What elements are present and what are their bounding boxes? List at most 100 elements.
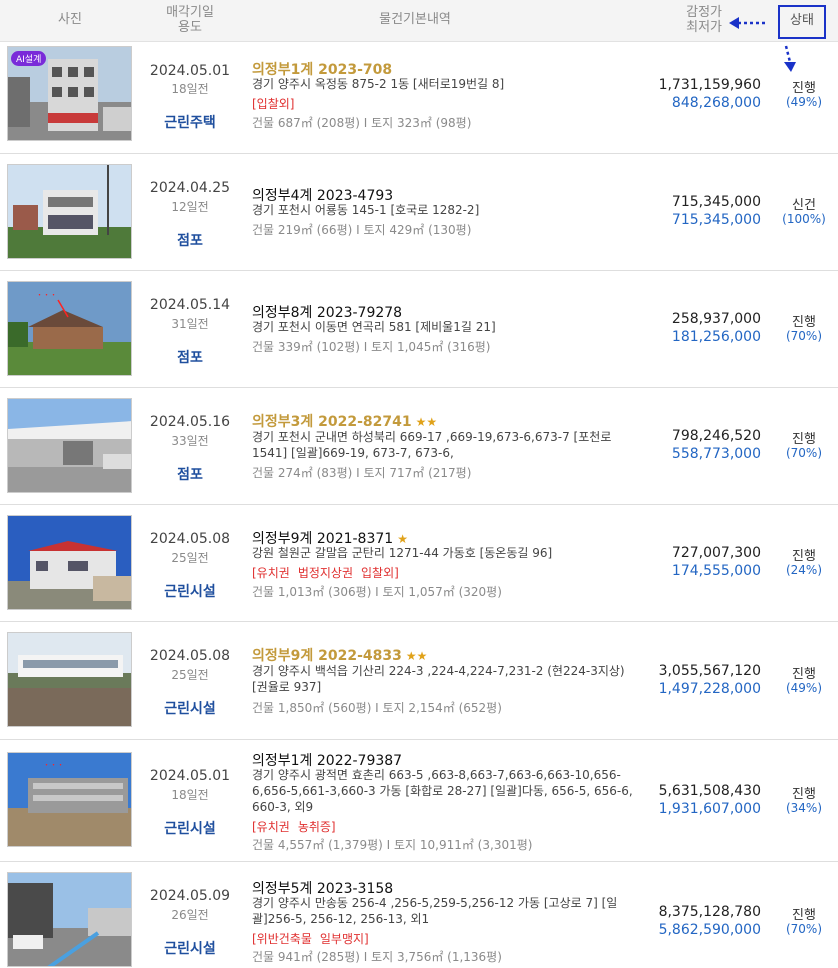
appraisal-price: 258,937,000: [671, 311, 761, 327]
list-item[interactable]: AI설계 2024.05.01 18일전 근린주택 의정부1계 2023-708…: [0, 43, 838, 154]
property-photo[interactable]: [7, 515, 132, 610]
address: 경기 양주시 백석읍 기산리 224-3 ,224-4,224-7,231-2 …: [252, 664, 625, 694]
minimum-price: 715,345,000: [671, 212, 761, 228]
tag: [입찰외]: [252, 97, 295, 111]
status-text: 진행: [792, 787, 816, 802]
minimum-price: 5,862,590,000: [658, 922, 761, 938]
header-appraisal: 감정가: [686, 5, 722, 20]
header-status[interactable]: 상태: [778, 13, 826, 28]
address: 경기 양주시 광적면 효촌리 663-5 ,663-8,663-7,663-6,…: [252, 768, 633, 814]
header-photo: 사진: [58, 12, 82, 27]
case-number-text: 의정부9계 2022-4833: [252, 648, 402, 664]
ai-design-badge: AI설계: [11, 51, 47, 66]
address: 경기 포천시 이동면 연곡리 581 [제비울1길 21]: [252, 320, 496, 334]
status-text: 진행: [792, 81, 816, 96]
address: 경기 양주시 만송동 256-4 ,256-5,259-5,256-12 가동 …: [252, 896, 618, 926]
minimum-price: 1,497,228,000: [658, 681, 761, 697]
days-left: 12일전: [171, 200, 209, 214]
tags: [입찰외]: [252, 95, 302, 112]
appraisal-price: 727,007,300: [671, 545, 761, 561]
status-percent: (70%): [785, 446, 823, 460]
area-info: 건물 274㎡ (83평) I 토지 717㎡ (217평): [252, 466, 472, 480]
days-left: 25일전: [171, 668, 209, 682]
property-photo[interactable]: ・・・: [7, 281, 132, 376]
list-item[interactable]: 2024.05.08 25일전 근린시설 의정부9계 2022-4833 ★★ 경…: [0, 622, 838, 740]
tag: [위반건축물: [252, 932, 312, 946]
status-percent: (24%): [785, 563, 823, 577]
case-number[interactable]: 의정부9계 2022-4833 ★★: [252, 645, 427, 665]
address: 강원 철원군 갈말읍 군탄리 1271-44 가동호 [동온동길 96]: [252, 546, 553, 560]
property-photo[interactable]: [7, 164, 132, 259]
days-left: 26일전: [171, 908, 209, 922]
sale-date: 2024.05.08: [149, 648, 231, 664]
rating-stars: ★★: [405, 649, 428, 663]
tag: [유치권: [252, 820, 290, 834]
status-percent: (49%): [785, 681, 823, 695]
property-photo[interactable]: [7, 872, 132, 967]
area-info: 건물 219㎡ (66평) I 토지 429㎡ (130평): [252, 223, 472, 237]
status-percent: (34%): [785, 801, 823, 815]
header-info: 물건기본내역: [379, 12, 451, 27]
header-date: 매각기일: [166, 5, 214, 20]
sale-date: 2024.05.01: [149, 768, 231, 784]
list-item[interactable]: ・・・ 2024.05.14 31일전 점포 의정부8계 2023-79278 …: [0, 271, 838, 388]
status-text: 진행: [792, 667, 816, 682]
header-date-usage[interactable]: 매각기일 용도: [140, 5, 240, 35]
tags: [유치권 법정지상권 입찰외]: [252, 564, 407, 581]
appraisal-price: 715,345,000: [671, 194, 761, 210]
usage-type: 점포: [177, 350, 203, 366]
status-text: 진행: [792, 549, 816, 564]
appraisal-price: 8,375,128,780: [658, 904, 761, 920]
property-photo[interactable]: [7, 398, 132, 493]
list-item[interactable]: 2024.05.09 26일전 근린시설 의정부5계 2023-3158 경기 …: [0, 862, 838, 968]
list-item[interactable]: ・・・ 2024.05.01 18일전 근린시설 의정부1계 2022-7938…: [0, 740, 838, 862]
sale-date: 2024.04.25: [149, 180, 231, 196]
tags: [위반건축물 일부맹지]: [252, 930, 377, 947]
area-info: 건물 4,557㎡ (1,379평) I 토지 10,911㎡ (3,301평): [252, 838, 533, 852]
minimum-price: 558,773,000: [671, 446, 761, 462]
appraisal-price: 5,631,508,430: [658, 783, 761, 799]
status-percent: (49%): [785, 95, 823, 109]
arrow-left-icon: [729, 17, 766, 29]
minimum-price: 181,256,000: [671, 329, 761, 345]
sale-date: 2024.05.01: [149, 63, 231, 79]
list-item[interactable]: 2024.05.16 33일전 점포 의정부3계 2022-82741 ★★ 경기…: [0, 388, 838, 505]
usage-type: 점포: [177, 233, 203, 249]
property-photo[interactable]: ・・・: [7, 752, 132, 847]
status-text: 진행: [792, 908, 816, 923]
tags: [유치권 농취증]: [252, 818, 344, 835]
area-info: 건물 687㎡ (208평) I 토지 323㎡ (98평): [252, 116, 472, 130]
status-text: 진행: [792, 432, 816, 447]
address: 경기 포천시 군내면 하성북리 669-17 ,669-19,673-6,673…: [252, 430, 612, 460]
usage-type: 점포: [177, 467, 203, 483]
case-number[interactable]: 의정부3계 2022-82741 ★★: [252, 411, 437, 431]
days-left: 18일전: [171, 788, 209, 802]
appraisal-price: 3,055,567,120: [658, 663, 761, 679]
rating-stars: ★★: [415, 415, 438, 429]
address: 경기 양주시 옥정동 875-2 1동 [새터로19번길 8]: [252, 77, 505, 91]
address: 경기 포천시 어룡동 145-1 [호국로 1282-2]: [252, 203, 480, 217]
minimum-price: 174,555,000: [671, 563, 761, 579]
tag: 농취증]: [297, 820, 336, 834]
status-percent: (70%): [785, 329, 823, 343]
property-photo[interactable]: [7, 632, 132, 727]
sale-date: 2024.05.16: [149, 414, 231, 430]
sale-date: 2024.05.09: [149, 888, 231, 904]
sale-date: 2024.05.08: [149, 531, 231, 547]
tag: 법정지상권: [297, 566, 354, 580]
status-percent: (70%): [785, 922, 823, 936]
area-info: 건물 941㎡ (285평) I 토지 3,756㎡ (1,136평): [252, 950, 502, 964]
minimum-price: 1,931,607,000: [658, 801, 761, 817]
header-usage: 용도: [178, 20, 202, 35]
list-item[interactable]: 2024.04.25 12일전 점포 의정부4계 2023-4793 경기 포천…: [0, 154, 838, 271]
days-left: 25일전: [171, 551, 209, 565]
list-item[interactable]: 2024.05.08 25일전 근린시설 의정부9계 2021-8371 ★ 강원…: [0, 505, 838, 622]
usage-type: 근린시설: [164, 821, 216, 837]
usage-type: 근린시설: [164, 584, 216, 600]
area-info: 건물 1,850㎡ (560평) I 토지 2,154㎡ (652평): [252, 701, 502, 715]
sale-date: 2024.05.14: [149, 297, 231, 313]
status-percent: (100%): [782, 212, 826, 226]
property-photo[interactable]: AI설계: [7, 46, 132, 141]
appraisal-price: 798,246,520: [671, 428, 761, 444]
tag: 입찰외]: [361, 566, 399, 580]
